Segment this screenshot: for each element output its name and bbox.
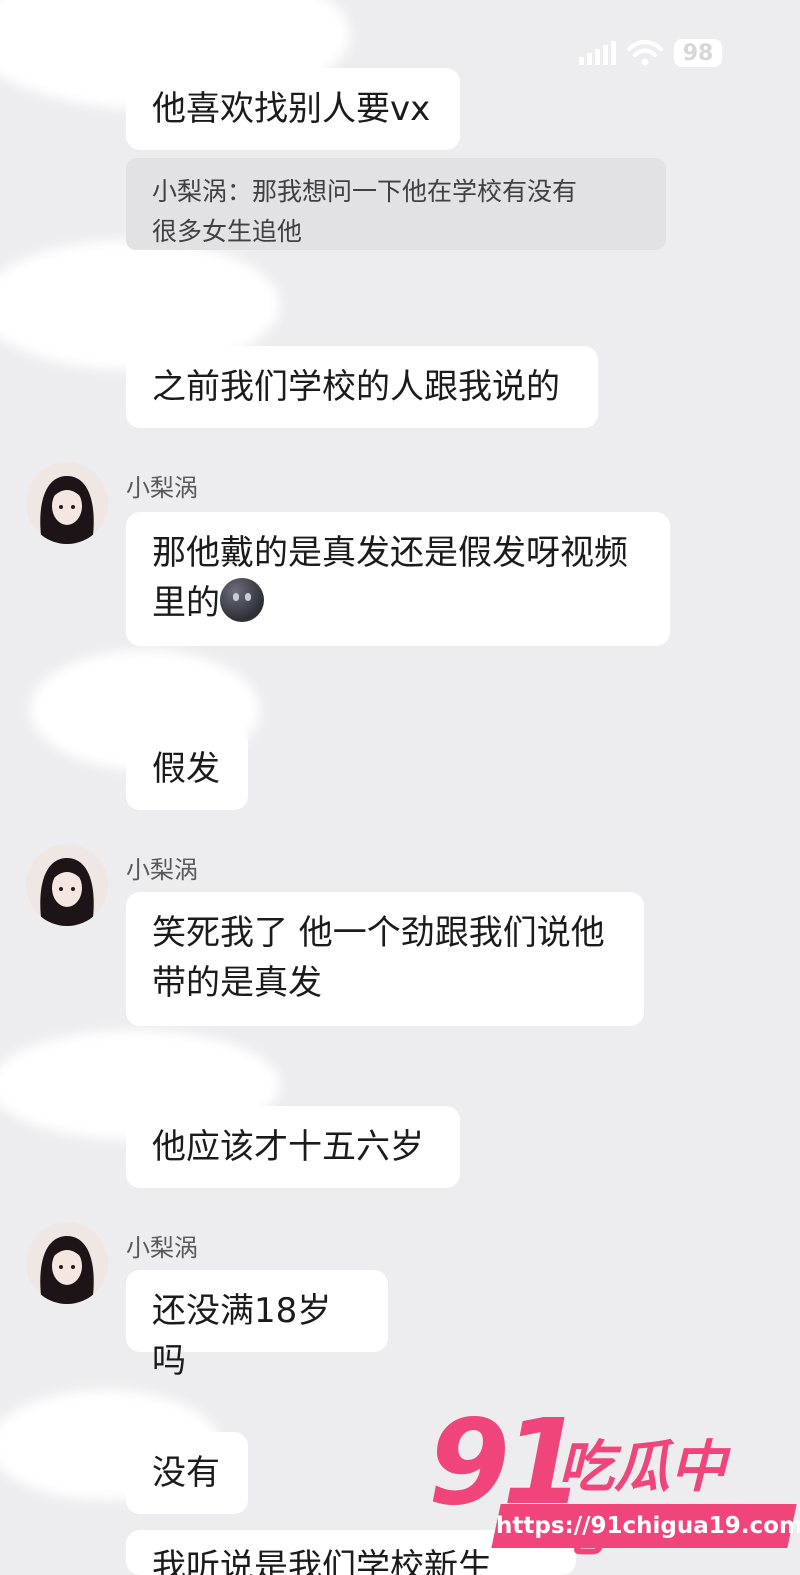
message-bubble[interactable]: 没有 — [126, 1432, 248, 1514]
avatar-girl-image — [26, 462, 108, 544]
quoted-message[interactable]: 小梨涡：那我想问一下他在学校有没有 很多女生追他 — [126, 158, 666, 250]
sender-name: 小梨涡 — [126, 474, 198, 502]
battery-indicator: 98 — [674, 39, 722, 67]
sender-name: 小梨涡 — [126, 856, 198, 884]
cellular-signal-icon — [579, 41, 616, 65]
message-bubble[interactable]: 之前我们学校的人跟我说的 — [126, 346, 598, 428]
avatar[interactable] — [26, 844, 108, 926]
message-bubble[interactable]: 那他戴的是真发还是假发呀视频 里的 — [126, 512, 670, 646]
avatar-girl-image — [26, 1222, 108, 1304]
wifi-icon — [627, 40, 663, 66]
message-bubble[interactable]: 还没满18岁吗 — [126, 1270, 388, 1381]
message-bubble[interactable]: 笑死我了 他一个劲跟我们说他 带的是真发 — [126, 892, 644, 1026]
avatar[interactable] — [26, 462, 108, 544]
watermark-url: https://91chigua19.com — [491, 1504, 800, 1548]
sender-name: 小梨涡 — [126, 1234, 198, 1262]
message-bubble[interactable]: 他应该才十五六岁 — [126, 1106, 460, 1188]
avatar-girl-image — [26, 844, 108, 926]
site-watermark: 91 吃瓜中心 https://91chigua19.com — [428, 1402, 800, 1564]
avatar[interactable] — [26, 1222, 108, 1304]
status-bar: 98 — [579, 38, 722, 68]
message-bubble[interactable]: 假发 — [126, 728, 248, 810]
message-bubble[interactable]: 他喜欢找别人要vx — [126, 68, 460, 150]
dark-face-emoji — [220, 578, 264, 622]
